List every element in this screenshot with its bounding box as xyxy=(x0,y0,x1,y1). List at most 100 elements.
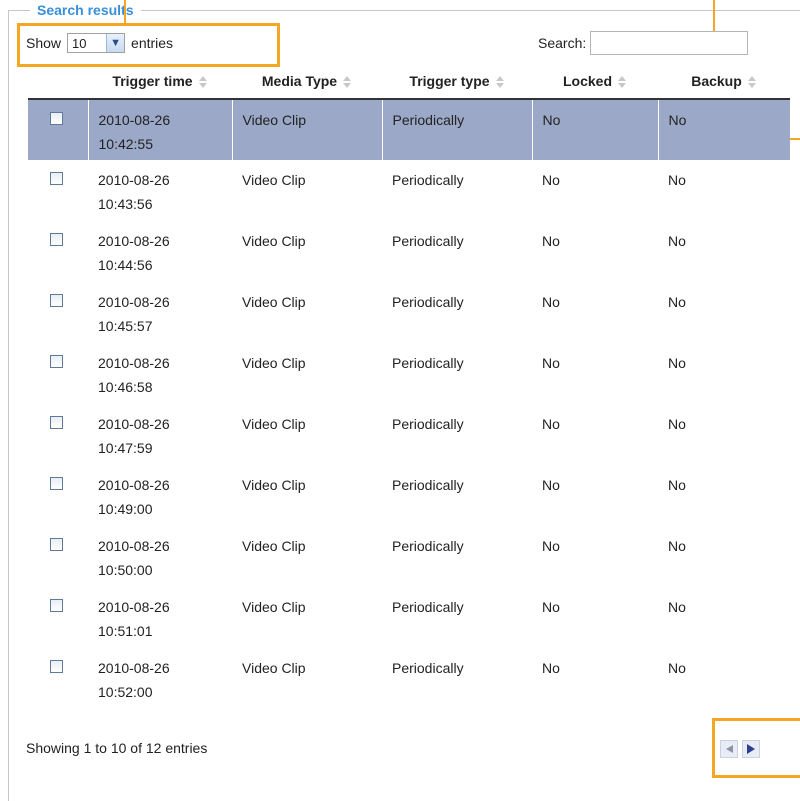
row-checkbox[interactable] xyxy=(50,355,63,368)
backup-cell: No xyxy=(668,355,686,371)
trigger-date: 2010-08-26 xyxy=(98,172,170,188)
trigger-type-cell: Periodically xyxy=(392,599,464,615)
trigger-time-cell: 2010-08-26 10:44:56 xyxy=(88,221,232,282)
table-row[interactable]: 2010-08-26 10:50:00 Video Clip Periodically… xyxy=(28,526,790,587)
trigger-time-cell: 2010-08-26 10:51:01 xyxy=(88,587,232,648)
show-label: Show xyxy=(26,35,62,51)
locked-cell: No xyxy=(542,172,560,188)
sort-icon xyxy=(495,76,505,89)
row-checkbox[interactable] xyxy=(50,233,63,246)
row-checkbox[interactable] xyxy=(50,538,63,551)
row-select-cell xyxy=(28,221,88,282)
sort-icon xyxy=(343,76,352,89)
entries-select[interactable]: 10 ▼ xyxy=(67,33,126,53)
row-checkbox[interactable] xyxy=(50,660,63,673)
trigger-time-cell: 2010-08-26 10:47:59 xyxy=(88,404,232,465)
table-row[interactable]: 2010-08-26 10:52:00 Video Clip Periodically… xyxy=(28,648,790,709)
trigger-type-cell: Periodically xyxy=(392,355,464,371)
row-checkbox[interactable] xyxy=(50,599,63,612)
media-type-cell: Video Clip xyxy=(242,172,306,188)
trigger-clock: 10:45:57 xyxy=(98,318,153,334)
backup-cell: No xyxy=(668,416,686,432)
row-checkbox[interactable] xyxy=(50,416,63,429)
previous-page-button[interactable] xyxy=(720,740,738,758)
sort-icon xyxy=(198,76,208,89)
search-label: Search: xyxy=(538,35,587,51)
trigger-type-cell: Periodically xyxy=(392,477,464,493)
table-row[interactable]: 2010-08-26 10:51:01 Video Clip Periodically… xyxy=(28,587,790,648)
trigger-date: 2010-08-26 xyxy=(98,355,170,371)
locked-cell: No xyxy=(542,294,560,310)
trigger-date: 2010-08-26 xyxy=(98,599,170,615)
locked-cell: No xyxy=(542,477,560,493)
column-header-backup[interactable]: Backup xyxy=(658,64,790,100)
trigger-date: 2010-08-26 xyxy=(98,294,170,310)
trigger-time-cell: 2010-08-26 10:43:56 xyxy=(88,160,232,221)
search-control: Search: xyxy=(538,31,749,55)
trigger-clock: 10:51:01 xyxy=(98,623,153,639)
row-checkbox[interactable] xyxy=(50,294,63,307)
media-type-cell: Video Clip xyxy=(242,355,306,371)
backup-cell: No xyxy=(668,660,686,676)
column-header-media-type[interactable]: Media Type xyxy=(232,64,382,100)
row-select-cell xyxy=(28,282,88,343)
trigger-time-cell: 2010-08-26 10:49:00 xyxy=(88,465,232,526)
chevron-down-icon[interactable]: ▼ xyxy=(106,34,125,52)
row-checkbox[interactable] xyxy=(50,172,63,185)
locked-cell: No xyxy=(542,233,560,249)
column-header-locked[interactable]: Locked xyxy=(532,64,658,100)
trigger-clock: 10:47:59 xyxy=(98,440,153,456)
trigger-time-cell: 2010-08-26 10:42:55 xyxy=(87,99,232,160)
trigger-date: 2010-08-26 xyxy=(98,538,170,554)
table-header-row: Trigger time Media Type Trigger type Loc… xyxy=(28,64,790,100)
next-page-button[interactable] xyxy=(742,740,760,758)
sort-icon xyxy=(747,76,757,89)
trigger-time-cell: 2010-08-26 10:45:57 xyxy=(88,282,232,343)
row-select-cell xyxy=(28,404,88,465)
length-control-callout-line xyxy=(124,0,126,24)
trigger-type-cell: Periodically xyxy=(392,294,464,310)
locked-cell: No xyxy=(542,599,560,615)
table-row[interactable]: 2010-08-26 10:47:59 Video Clip Periodically… xyxy=(28,404,790,465)
trigger-time-cell: 2010-08-26 10:50:00 xyxy=(88,526,232,587)
row-select-cell xyxy=(28,526,88,587)
sort-icon xyxy=(618,76,627,89)
trigger-type-cell: Periodically xyxy=(392,416,464,432)
backup-cell: No xyxy=(668,599,686,615)
table-row[interactable]: 2010-08-26 10:44:56 Video Clip Periodically… xyxy=(28,221,790,282)
locked-cell: No xyxy=(542,355,560,371)
locked-cell: No xyxy=(542,660,560,676)
backup-cell: No xyxy=(668,538,686,554)
trigger-date: 2010-08-26 xyxy=(98,660,170,676)
trigger-date: 2010-08-26 xyxy=(98,112,171,128)
locked-cell: No xyxy=(531,99,658,160)
media-type-cell: Video Clip xyxy=(242,294,306,310)
table-row[interactable]: 2010-08-26 10:45:57 Video Clip Periodically… xyxy=(28,282,790,343)
trigger-date: 2010-08-26 xyxy=(98,416,170,432)
table-row[interactable]: 2010-08-26 10:46:58 Video Clip Periodically… xyxy=(28,343,790,404)
length-control: Show 10 ▼ entries xyxy=(26,32,173,54)
row-select-cell xyxy=(28,587,88,648)
trigger-type-cell: Periodically xyxy=(392,660,464,676)
column-header-trigger-type[interactable]: Trigger type xyxy=(382,64,532,100)
table-row[interactable]: 2010-08-26 10:49:00 Video Clip Periodically… xyxy=(28,465,790,526)
locked-cell: No xyxy=(542,538,560,554)
results-table: Trigger time Media Type Trigger type Loc… xyxy=(28,64,790,709)
media-type-cell: Video Clip xyxy=(231,99,382,160)
media-type-cell: Video Clip xyxy=(242,599,306,615)
search-input[interactable] xyxy=(590,31,749,55)
media-type-cell: Video Clip xyxy=(242,233,306,249)
table-row[interactable]: 2010-08-26 10:42:55 Video Clip Periodically… xyxy=(28,99,790,160)
trigger-clock: 10:42:55 xyxy=(98,136,154,152)
row-checkbox[interactable] xyxy=(50,112,63,125)
previous-page-icon xyxy=(725,745,733,753)
table-row[interactable]: 2010-08-26 10:43:56 Video Clip Periodically… xyxy=(28,160,790,221)
locked-cell: No xyxy=(542,416,560,432)
row-checkbox[interactable] xyxy=(50,477,63,490)
media-type-cell: Video Clip xyxy=(242,538,306,554)
column-header-trigger-time[interactable]: Trigger time xyxy=(88,64,232,100)
trigger-type-cell: Periodically xyxy=(392,172,464,188)
media-type-cell: Video Clip xyxy=(242,660,306,676)
trigger-clock: 10:49:00 xyxy=(98,501,153,517)
trigger-clock: 10:44:56 xyxy=(98,257,153,273)
